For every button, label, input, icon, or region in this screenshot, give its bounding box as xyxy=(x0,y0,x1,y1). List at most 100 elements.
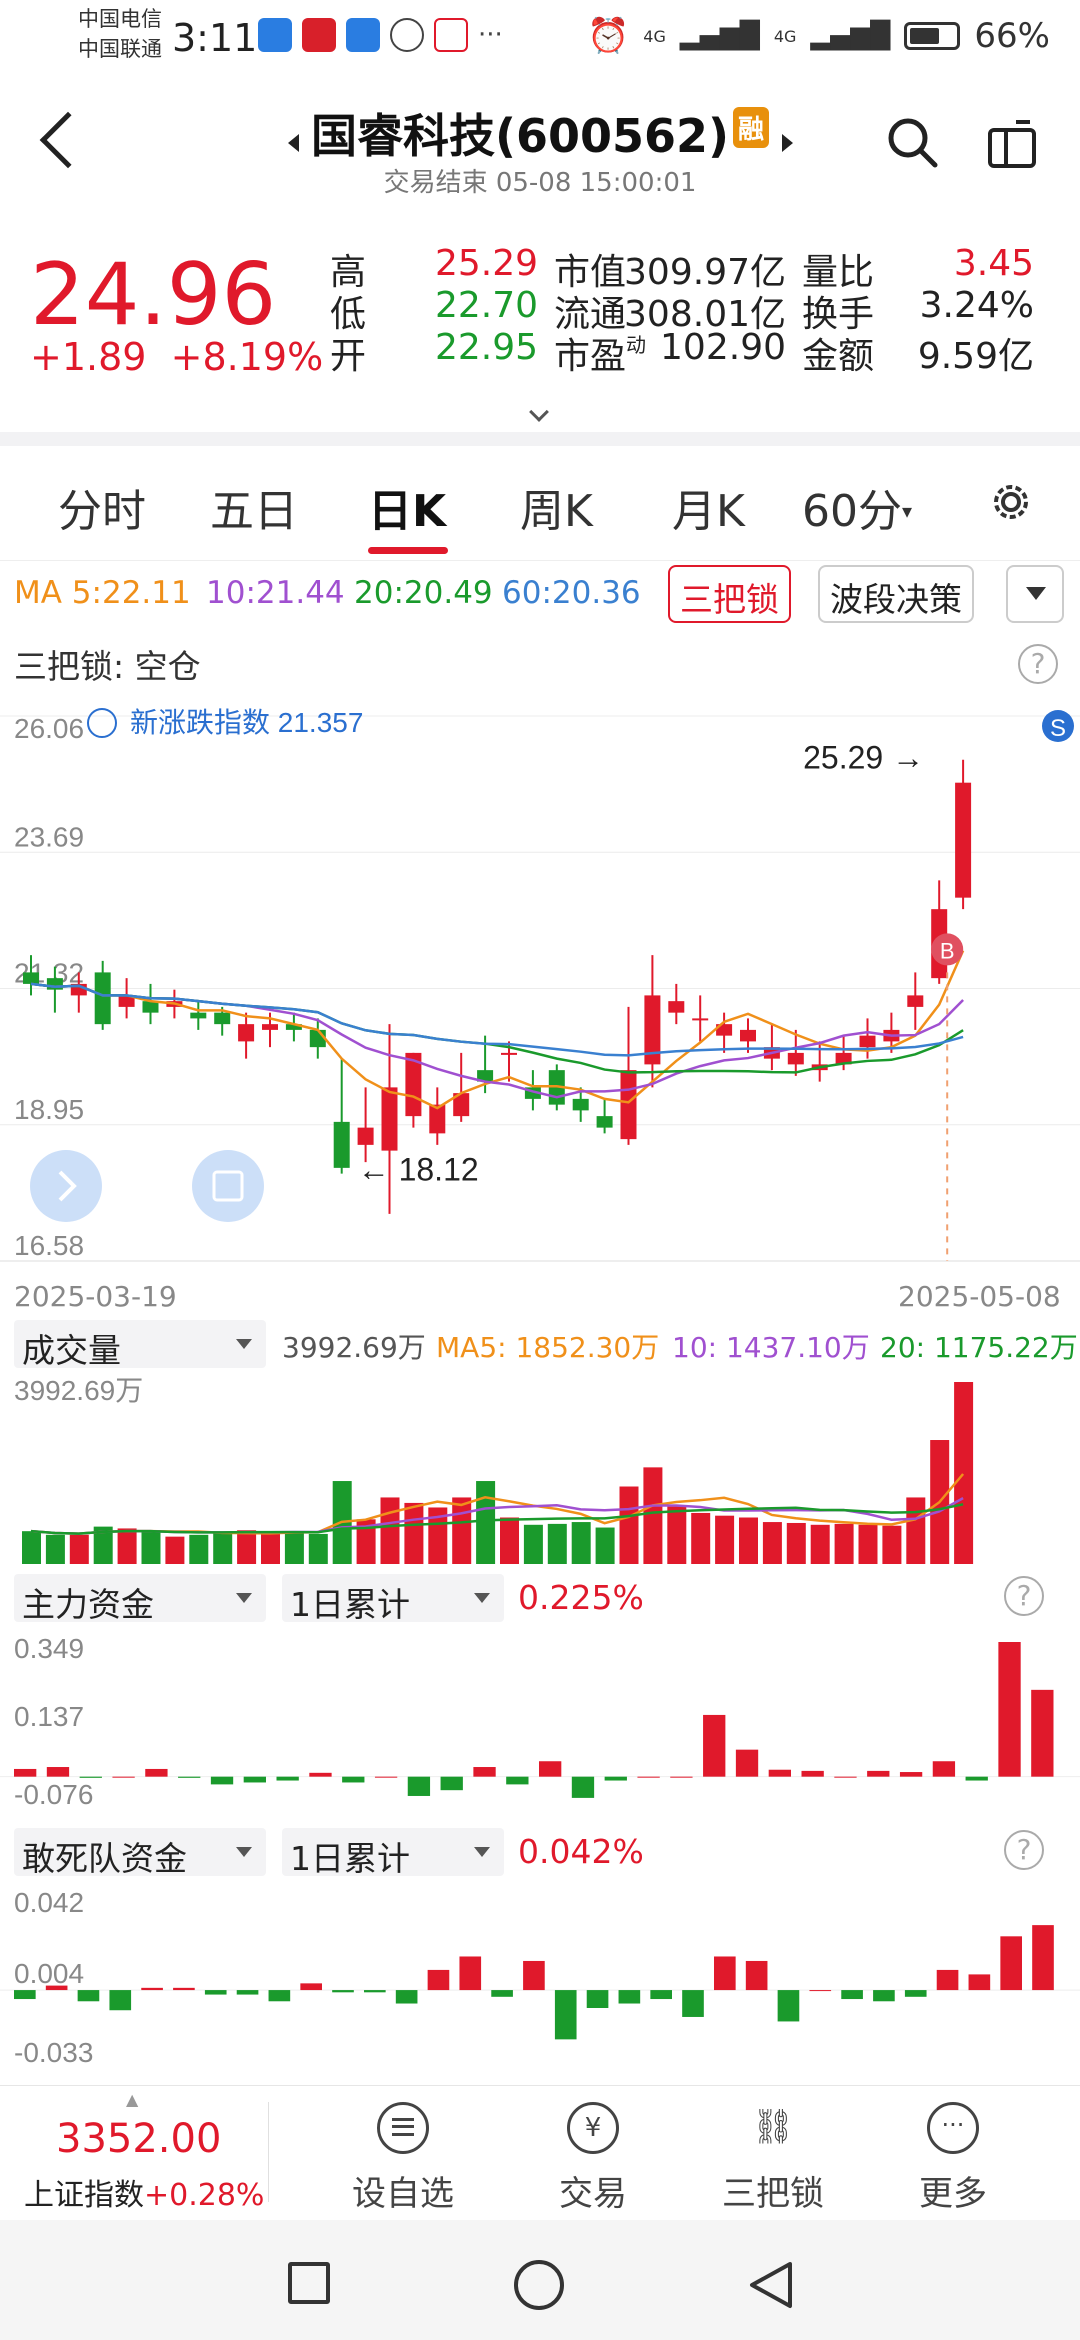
volume-bar xyxy=(213,1533,233,1564)
volume-bar xyxy=(404,1502,424,1564)
three-locks-nav-button[interactable]: ⛓ 三把锁 xyxy=(708,2102,838,2215)
settings-gear-icon[interactable] xyxy=(986,477,1036,527)
tab-weekly-k[interactable]: 周K xyxy=(520,475,593,539)
volume-chart[interactable]: 3992.69万 xyxy=(0,1372,1080,1572)
volume-bar xyxy=(691,1512,711,1564)
volume-ma5: MA5: 1852.30万 xyxy=(436,1331,660,1364)
active-tab-indicator xyxy=(368,547,448,554)
index-label: 新涨跌指数 21.357 xyxy=(130,707,363,738)
index-expand-icon[interactable]: ▲ xyxy=(126,2090,138,2109)
fund-bar xyxy=(309,1772,332,1777)
volume-bar xyxy=(380,1497,400,1564)
volume-ma10: 10: 1437.10万 xyxy=(672,1331,870,1364)
next-stock-icon[interactable] xyxy=(782,134,793,152)
fund-bar xyxy=(1031,1689,1054,1777)
wave-decision-button[interactable]: 波段决策 xyxy=(818,565,974,623)
index-value[interactable]: 3352.00 xyxy=(56,2116,221,2162)
volume-bar xyxy=(45,1534,65,1564)
volume-ma5-line xyxy=(30,1473,965,1535)
main-fund-selector[interactable]: 主力资金 xyxy=(14,1574,266,1624)
help-icon[interactable]: ? xyxy=(1004,1830,1044,1870)
battery-icon xyxy=(904,22,961,50)
fund-bar xyxy=(703,1714,726,1777)
main-fund-period-label: 1日累计 xyxy=(290,1585,410,1624)
back-nav-icon[interactable] xyxy=(744,2258,796,2312)
indicator-dropdown[interactable] xyxy=(1006,565,1064,623)
y-tick-label: 23.69 xyxy=(14,821,84,852)
volume-bar xyxy=(834,1523,854,1564)
fund-bar xyxy=(604,1776,627,1781)
volume-selector[interactable]: 成交量 xyxy=(14,1320,266,1370)
stat2-label-2-sup: 动 xyxy=(626,333,647,357)
volume-bar xyxy=(452,1497,472,1564)
tab-dropdown-icon: ▾ xyxy=(902,499,913,523)
candle-body xyxy=(859,1035,876,1048)
stat2-label-2: 市盈动 xyxy=(554,333,647,377)
fund-bar xyxy=(178,1776,201,1778)
system-nav-bar xyxy=(0,2220,1080,2340)
volume-bar xyxy=(858,1524,878,1564)
help-icon[interactable]: ? xyxy=(1004,1576,1044,1616)
s-badge-label: S xyxy=(1050,715,1066,742)
tab-five-day[interactable]: 五日 xyxy=(210,475,298,539)
expand-quote-icon[interactable] xyxy=(529,402,549,422)
volume-bar xyxy=(715,1515,735,1564)
dropdown-icon xyxy=(236,1593,252,1603)
help-icon[interactable]: ? xyxy=(1018,644,1058,684)
fund-bar xyxy=(45,1985,68,1991)
dropdown-icon xyxy=(474,1593,490,1603)
candle-body xyxy=(692,1018,709,1021)
search-icon[interactable] xyxy=(886,116,938,168)
fund-bar xyxy=(440,1776,463,1791)
ma10-label: 10:21.44 xyxy=(206,575,345,611)
fund-bar xyxy=(809,1990,832,1992)
clock: 3:11 xyxy=(172,16,258,60)
main-fund-period-selector[interactable]: 1日累计 xyxy=(282,1574,504,1624)
fund-bar xyxy=(473,1767,496,1777)
tab-intraday[interactable]: 分时 xyxy=(58,475,146,539)
three-locks-button[interactable]: 三把锁 xyxy=(668,565,791,623)
fund-bar xyxy=(1032,1925,1054,1991)
add-watchlist-label: 设自选 xyxy=(352,2174,454,2214)
dare-fund-chart[interactable]: 0.042 0.004 -0.033 xyxy=(0,1880,1080,2080)
fund-bar xyxy=(145,1768,168,1777)
volume-bar xyxy=(595,1527,615,1564)
trade-button[interactable]: ¥ 交易 xyxy=(528,2102,658,2215)
fund-bar xyxy=(173,1987,195,1991)
fund-bar xyxy=(571,1776,595,1798)
bottom-bar: ▲ 3352.00 上证指数+0.28% 设自选 ¥ 交易 ⛓ 三把锁 ··· … xyxy=(0,2085,1080,2220)
volume-bar xyxy=(308,1533,328,1564)
close-index-icon xyxy=(87,708,117,738)
kline-chart[interactable]: 26.0623.6921.3218.9516.58新涨跌指数 21.35725.… xyxy=(0,696,1080,1281)
ma-line-MA5 xyxy=(30,950,965,1110)
volume-top-tick: 3992.69万 xyxy=(14,1375,143,1406)
more-label: 更多 xyxy=(919,2174,987,2214)
share-icon[interactable] xyxy=(986,118,1038,170)
recent-apps-icon[interactable] xyxy=(288,2262,330,2304)
dare-fund-selector[interactable]: 敢死队资金 xyxy=(14,1828,266,1878)
tab-monthly-k[interactable]: 月K xyxy=(672,475,745,539)
y-tick-label: 16.58 xyxy=(14,1230,84,1261)
more-button[interactable]: ··· 更多 xyxy=(888,2102,1018,2215)
fund-bar xyxy=(873,1990,895,2002)
signal-icon-1: ▂▄▆█ xyxy=(679,21,760,51)
add-watchlist-button[interactable]: 设自选 xyxy=(338,2102,468,2215)
trade-label: 交易 xyxy=(559,2174,627,2214)
index-name: 上证指数 xyxy=(24,2178,144,2213)
fund-bar xyxy=(801,1770,824,1777)
price-change: +1.89 +8.19% xyxy=(30,335,323,379)
period-tabs: 分时 五日 日K 周K 月K 60分▾ xyxy=(0,455,1080,555)
volume-bar xyxy=(141,1531,161,1564)
fullscreen-button xyxy=(192,1150,264,1222)
volume-bar xyxy=(547,1523,567,1564)
dare-fund-period-selector[interactable]: 1日累计 xyxy=(282,1828,504,1878)
dare-fund-period-label: 1日累计 xyxy=(290,1839,410,1878)
tab-daily-k[interactable]: 日K xyxy=(368,475,446,539)
volume-total: 3992.69万 xyxy=(282,1331,426,1364)
fund-bar xyxy=(506,1776,529,1785)
main-fund-chart[interactable]: 0.349 0.137 -0.076 xyxy=(0,1626,1080,1822)
tab-60-min[interactable]: 60分▾ xyxy=(802,475,912,539)
notification-icons: ··· xyxy=(258,18,503,52)
home-icon[interactable] xyxy=(514,2260,564,2310)
candle-body xyxy=(596,1116,613,1128)
